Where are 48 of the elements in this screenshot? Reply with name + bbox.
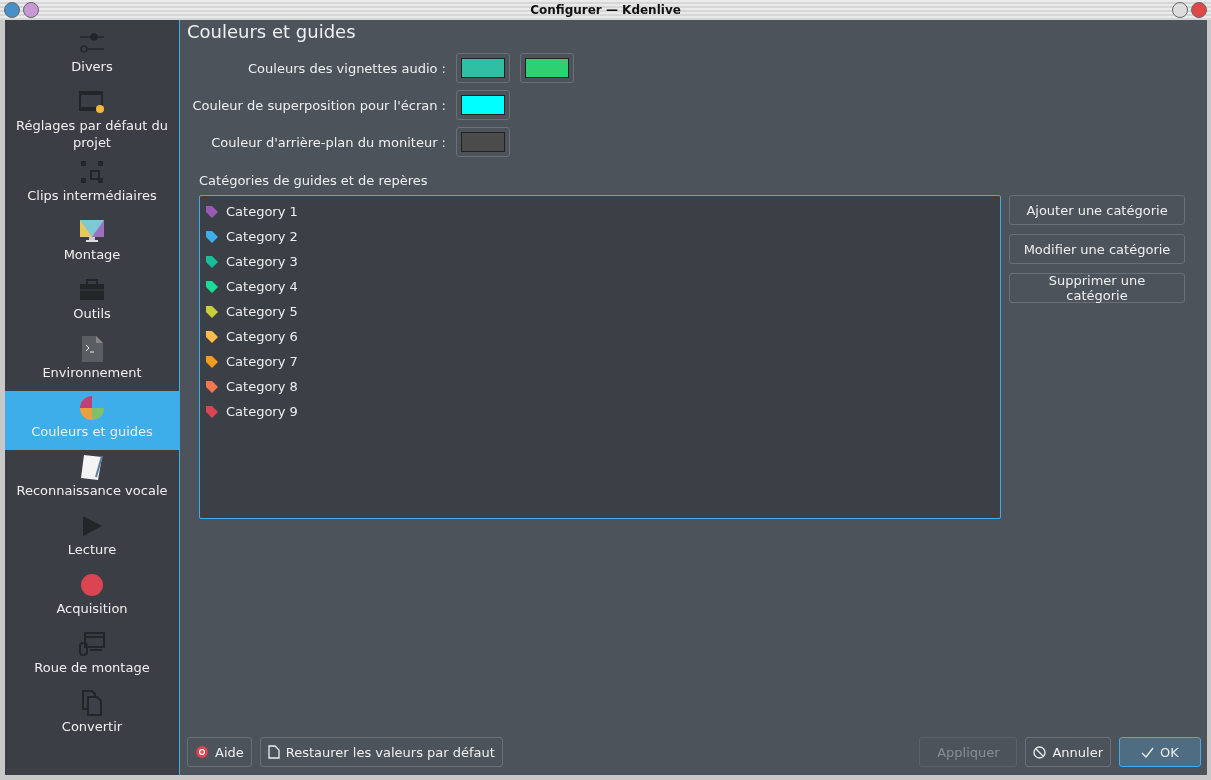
sidebar-item[interactable]: Convertir (5, 686, 179, 745)
film-strip-icon (78, 88, 106, 116)
document-icon (267, 745, 280, 759)
category-item[interactable]: Category 8 (226, 379, 298, 394)
category-item[interactable]: Category 9 (226, 404, 298, 419)
sidebar-item[interactable]: Environnement (5, 332, 179, 391)
sidebar-item[interactable]: Roue de montage (5, 627, 179, 686)
ok-button[interactable]: OK (1119, 737, 1201, 767)
lifebuoy-icon (195, 745, 209, 759)
window-title: Configurer — Kdenlive (529, 3, 682, 17)
section-label: Catégories de guides et de repères (199, 173, 429, 190)
category-item[interactable]: Category 6 (226, 329, 298, 344)
record-icon (78, 571, 106, 599)
sidebar-item[interactable]: Outils (5, 273, 179, 332)
sidebar-item[interactable]: Réglages par défaut du projet (5, 85, 179, 155)
setting-label: Couleur d'arrière-plan du moniteur : (210, 134, 446, 150)
sidebar-item[interactable]: Acquisition (5, 568, 179, 627)
restore-button[interactable]: Restaurer les valeurs par défaut (259, 737, 503, 767)
page-title: Couleurs et guides (187, 20, 357, 44)
sidebar-item[interactable]: Clips intermédiaires (5, 155, 179, 214)
sidebar-item[interactable]: Montage (5, 214, 179, 273)
notepad-icon (78, 453, 106, 481)
category-item[interactable]: Category 4 (226, 279, 298, 294)
monitor-icon (78, 217, 106, 245)
category-button[interactable]: Supprimer une catégorie (1009, 273, 1185, 303)
category-item[interactable]: Category 2 (226, 229, 298, 244)
category-item[interactable]: Category 7 (226, 354, 298, 369)
category-button[interactable]: Ajouter une catégorie (1009, 195, 1185, 225)
category-item[interactable]: Category 3 (226, 254, 298, 269)
checkmark-icon (1141, 745, 1155, 759)
window-button-icon[interactable] (23, 2, 39, 18)
sidebar-item[interactable]: Divers (5, 26, 179, 85)
cancel-button[interactable]: Annuler (1025, 737, 1111, 767)
window-button-icon[interactable] (1172, 2, 1188, 18)
window-button-icon[interactable] (4, 2, 20, 18)
sidebar-item[interactable]: Reconnaissance vocale (5, 450, 179, 509)
help-button[interactable]: Aide (187, 737, 252, 767)
color-wheel-icon (78, 394, 106, 422)
dotted-frame-icon (78, 158, 106, 186)
setting-label: Couleurs des vignettes audio : (247, 60, 446, 76)
category-button[interactable]: Modifier une catégorie (1009, 234, 1185, 264)
device-icon (78, 630, 106, 658)
setting-label: Couleur de superposition pour l'écran : (191, 97, 446, 113)
category-item[interactable]: Category 5 (226, 304, 298, 319)
sidebar-item[interactable]: Lecture (5, 509, 179, 568)
close-icon[interactable] (1191, 2, 1207, 18)
cancel-icon (1033, 745, 1047, 759)
category-item[interactable]: Category 1 (226, 204, 298, 219)
